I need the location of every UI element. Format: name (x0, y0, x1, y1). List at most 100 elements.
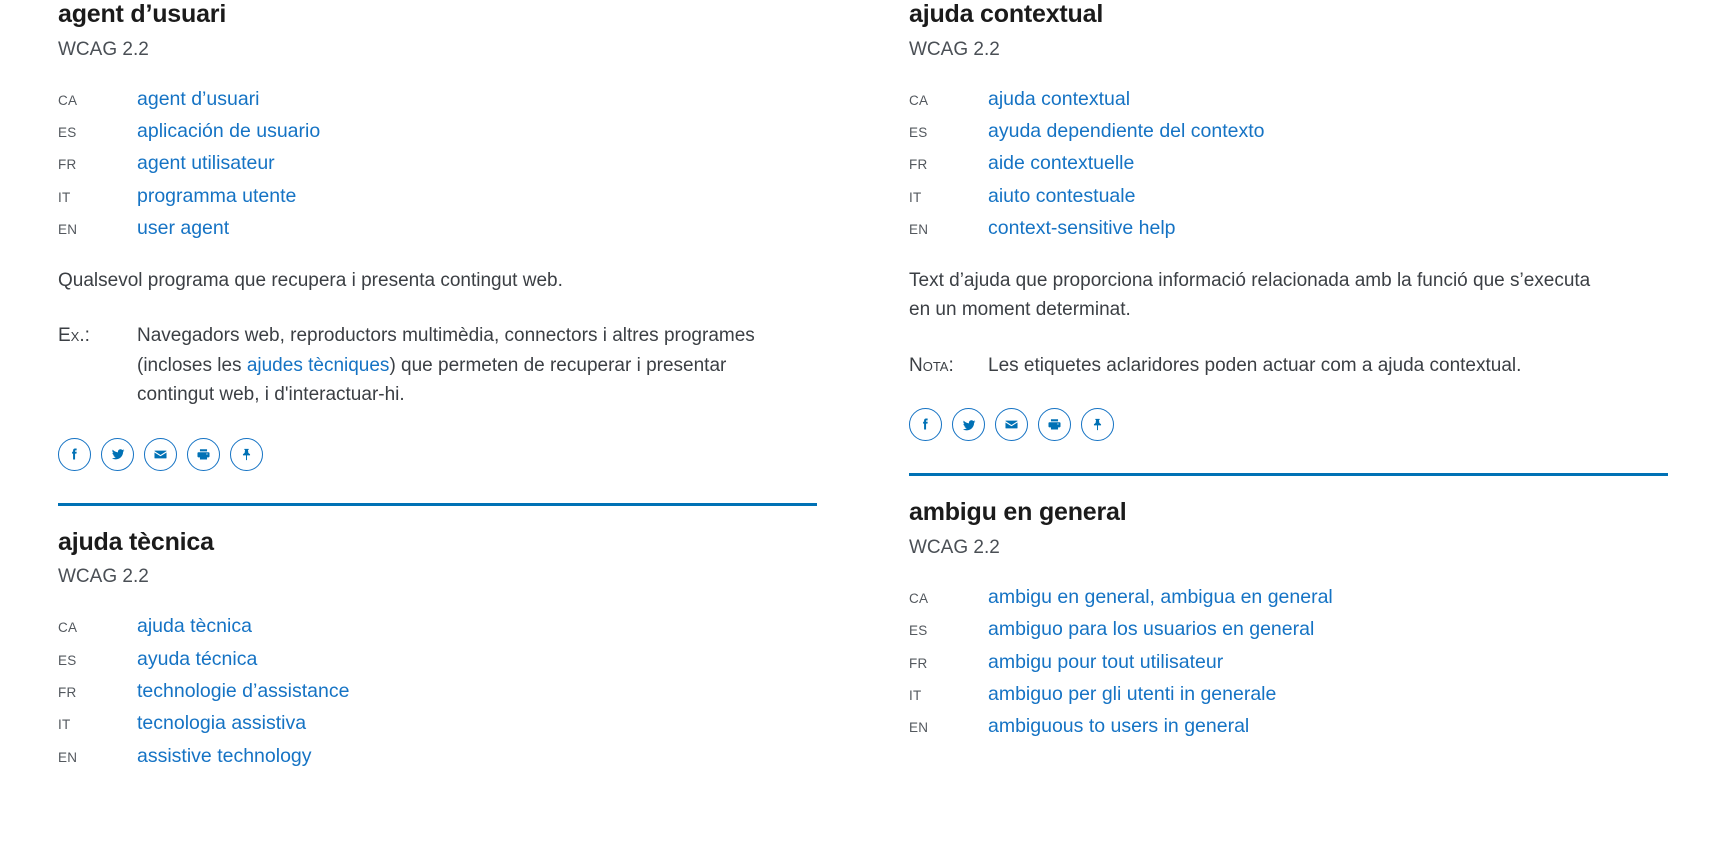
standard-label: WCAG 2.2 (909, 38, 1000, 60)
list-item: IT ambiguo per gli utenti in generale (909, 683, 1668, 705)
list-item: FR ambigu pour tout utilisateur (909, 651, 1668, 673)
facebook-share-icon (917, 416, 934, 433)
standard-label: WCAG 2.2 (909, 536, 1000, 558)
language-term-link[interactable]: ambiguo per gli utenti in generale (988, 683, 1276, 705)
language-term-link[interactable]: ambigu pour tout utilisateur (988, 651, 1223, 673)
print-icon (1046, 416, 1063, 433)
list-item: FR aide contextuelle (909, 153, 1668, 175)
pin-button[interactable] (1081, 408, 1114, 442)
print-icon (195, 446, 212, 463)
language-term-link[interactable]: ayuda dependiente del contexto (988, 120, 1264, 142)
note-inline-link[interactable]: ajudes tècniques (247, 355, 390, 376)
language-term-link[interactable]: aiuto contestuale (988, 185, 1135, 207)
facebook-share-icon (66, 446, 83, 463)
twitter-share-button[interactable] (952, 408, 985, 442)
language-code: ES (58, 125, 77, 141)
facebook-share-button[interactable] (58, 437, 91, 471)
twitter-share-icon (109, 445, 127, 463)
language-list: CA ambigu en general, ambigua en general E… (909, 586, 1668, 738)
language-term-link[interactable]: technologie d’assistance (137, 680, 349, 702)
twitter-share-icon (960, 416, 978, 434)
language-term-link[interactable]: ambigu en general, ambigua en general (988, 586, 1333, 608)
twitter-share-button[interactable] (101, 437, 134, 471)
language-code: EN (909, 720, 929, 736)
note-text: Navegadors web, reproductors multimèdia,… (137, 321, 757, 409)
language-code: CA (909, 92, 929, 108)
glossary-column: agent d’usuari WCAG 2.2 CA agent d’usuari ES… (58, 0, 817, 797)
email-share-button[interactable] (995, 408, 1028, 442)
list-item: FR agent utilisateur (58, 153, 817, 175)
language-code: ES (909, 623, 928, 639)
language-term-link[interactable]: context-sensitive help (988, 217, 1176, 239)
note-label: Ex.: (58, 325, 90, 347)
share-toolbar (58, 437, 817, 471)
language-code: IT (909, 688, 922, 703)
definition-text: Qualsevol programa que recupera i presen… (58, 269, 563, 291)
entry-divider (58, 502, 817, 506)
language-code: FR (58, 157, 77, 173)
language-code: ES (58, 652, 77, 668)
language-term-link[interactable]: ajuda contextual (988, 88, 1130, 110)
language-term-link[interactable]: ayuda técnica (137, 648, 257, 670)
list-item: CA ambigu en general, ambigua en general (909, 586, 1668, 608)
language-code: CA (58, 620, 78, 636)
note-label: Nota: (909, 354, 954, 376)
language-code: EN (58, 749, 78, 765)
language-term-link[interactable]: agent d’usuari (137, 88, 260, 110)
note-text-before: Les etiquetes aclaridores poden actuar c… (988, 354, 1522, 376)
list-item: ES ayuda técnica (58, 648, 817, 670)
language-term-link[interactable]: ambiguous to users in general (988, 715, 1249, 737)
definition-text: Text d’ajuda que proporciona informació … (909, 269, 1591, 321)
language-term-link[interactable]: tecnologia assistiva (137, 712, 306, 734)
pin-button[interactable] (230, 437, 263, 471)
glossary-entry: agent d’usuari WCAG 2.2 CA agent d’usuari ES… (58, 0, 817, 503)
list-item: IT aiuto contestuale (909, 185, 1668, 207)
standard-label: WCAG 2.2 (58, 566, 149, 588)
language-code: FR (58, 685, 77, 700)
standard-label: WCAG 2.2 (58, 38, 149, 60)
language-code: EN (909, 222, 929, 238)
email-share-icon (1003, 416, 1020, 433)
language-code: IT (909, 189, 922, 205)
list-item: FR technologie d’assistance (58, 680, 817, 702)
language-term-link[interactable]: ajuda tècnica (137, 615, 252, 637)
language-list: CA ajuda tècnica ES ayuda técnica FR technolo… (58, 615, 817, 767)
note-text: Les etiquetes aclaridores poden actuar c… (988, 351, 1521, 380)
glossary-entry: ambigu en general WCAG 2.2 CA ambigu en gen… (909, 473, 1668, 768)
glossary-column: ajuda contextual WCAG 2.2 CA ajuda contextu… (909, 0, 1668, 797)
language-code: ES (909, 125, 928, 141)
list-item: CA ajuda contextual (909, 88, 1668, 110)
language-term-link[interactable]: aplicación de usuario (137, 120, 320, 142)
language-code: CA (909, 590, 929, 606)
list-item: EN context-sensitive help (909, 217, 1668, 239)
language-code: FR (909, 157, 928, 173)
list-item: CA ajuda tècnica (58, 615, 817, 637)
language-term-link[interactable]: aide contextuelle (988, 153, 1134, 175)
email-share-button[interactable] (144, 437, 177, 471)
note-block: Ex.: Navegadors web, reproductors multimè… (58, 321, 817, 409)
pin-icon (238, 446, 255, 463)
language-term-link[interactable]: ambiguo para los usuarios en general (988, 618, 1314, 640)
language-term-link[interactable]: user agent (137, 217, 229, 239)
language-list: CA agent d’usuari ES aplicación de usuario F… (58, 88, 817, 240)
glossary-entry: ajuda contextual WCAG 2.2 CA ajuda contextu… (909, 0, 1668, 473)
print-button[interactable] (1038, 408, 1071, 442)
language-term-link[interactable]: assistive technology (137, 745, 312, 767)
language-code: EN (58, 222, 78, 238)
share-toolbar (909, 408, 1668, 442)
page-title: ajuda contextual (909, 0, 1104, 28)
language-list: CA ajuda contextual ES ayuda dependiente de… (909, 88, 1668, 240)
list-item: ES aplicación de usuario (58, 120, 817, 142)
list-item: ES ambiguo para los usuarios en general (909, 618, 1668, 640)
glossary-page: agent d’usuari WCAG 2.2 CA agent d’usuari ES… (0, 0, 1713, 797)
list-item: EN ambiguous to users in general (909, 715, 1668, 737)
entry-divider (909, 473, 1668, 477)
list-item: ES ayuda dependiente del contexto (909, 120, 1668, 142)
language-code: IT (58, 189, 71, 205)
print-button[interactable] (187, 437, 220, 471)
language-term-link[interactable]: agent utilisateur (137, 153, 275, 175)
language-code: CA (58, 92, 78, 108)
language-term-link[interactable]: programma utente (137, 185, 296, 207)
facebook-share-button[interactable] (909, 408, 942, 442)
note-block: Nota: Les etiquetes aclaridores poden act… (909, 351, 1668, 380)
